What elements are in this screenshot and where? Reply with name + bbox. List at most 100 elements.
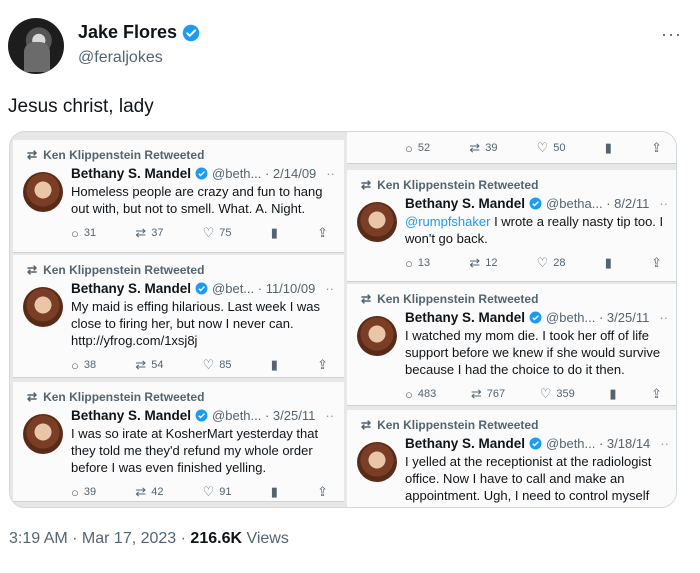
retweet-context-text: Ken Klippenstein Retweeted bbox=[377, 292, 539, 306]
reply-icon: ○ bbox=[71, 225, 79, 241]
verified-badge-icon bbox=[182, 24, 200, 41]
author-display-name[interactable]: Jake Flores bbox=[78, 22, 200, 43]
retweet-context: ⇄ Ken Klippenstein Retweeted bbox=[27, 148, 334, 162]
embedded-tweet-card: ⇄ Ken Klippenstein Retweeted Bethany S. M… bbox=[347, 170, 676, 282]
embedded-tweet-text: Homeless people are crazy and fun to han… bbox=[71, 184, 323, 216]
embedded-actions: ○ 39 ⇄ 42 ♡ 91 ▮ ⇪ bbox=[71, 484, 334, 500]
retweet-icon: ⇄ bbox=[361, 292, 372, 306]
more-icon: ··· bbox=[660, 436, 668, 451]
retweet-icon: ⇄ bbox=[135, 225, 147, 240]
embedded-tweet-text: I yelled at the receptionist at the radi… bbox=[405, 454, 652, 507]
embedded-actions: ○ 38 ⇄ 54 ♡ 85 ▮ ⇪ bbox=[71, 357, 334, 373]
retweet-icon: ⇄ bbox=[27, 263, 38, 277]
embedded-tweet-meta: Bethany S. Mandel @beth... · 3/25/11 ··· bbox=[71, 408, 334, 423]
media-right-column: ○ 52 ⇄ 39 ♡ 50 ▮ ⇪ ⇄ Ken Klippenstein Retwee… bbox=[347, 132, 676, 507]
mention-link[interactable]: @rumpfshaker bbox=[405, 214, 490, 229]
retweet-icon: ⇄ bbox=[27, 148, 38, 162]
embedded-author-name: Bethany S. Mandel bbox=[71, 281, 192, 296]
retweet-context-text: Ken Klippenstein Retweeted bbox=[43, 390, 205, 404]
retweet-count: 54 bbox=[151, 359, 164, 371]
media-left-column: ⇄ Ken Klippenstein Retweeted Bethany S. M… bbox=[13, 132, 344, 507]
avatar bbox=[357, 442, 397, 482]
author-name-block: Jake Flores @feraljokes bbox=[78, 22, 200, 67]
like-count: 91 bbox=[219, 486, 232, 498]
reply-icon: ○ bbox=[71, 357, 79, 373]
embedded-tweet-card: ⇄ Ken Klippenstein Retweeted Bethany S. M… bbox=[347, 410, 676, 507]
embedded-tweet-meta: Bethany S. Mandel @beth... · 3/18/14 ··· bbox=[405, 436, 668, 451]
retweet-icon: ⇄ bbox=[469, 140, 481, 155]
avatar bbox=[23, 414, 63, 454]
tweet-text: Jesus christ, lady bbox=[8, 96, 154, 117]
reply-count: 52 bbox=[417, 142, 431, 154]
reply-count: 13 bbox=[417, 257, 431, 269]
heart-icon: ♡ bbox=[536, 255, 549, 270]
retweet-count: 767 bbox=[486, 388, 506, 400]
author-avatar[interactable] bbox=[8, 18, 64, 74]
tweet-media-image[interactable]: ⇄ Ken Klippenstein Retweeted Bethany S. M… bbox=[9, 131, 677, 508]
embedded-handle-date: @beth... · 3/25/11 bbox=[212, 408, 316, 423]
retweet-icon: ⇄ bbox=[135, 357, 147, 372]
more-icon: ··· bbox=[325, 281, 334, 296]
retweet-context-text: Ken Klippenstein Retweeted bbox=[377, 178, 539, 192]
retweet-count: 12 bbox=[485, 257, 498, 269]
embedded-tweet-meta: Bethany S. Mandel @betha... · 8/2/11 ··· bbox=[405, 196, 668, 211]
verified-badge-icon bbox=[195, 409, 208, 422]
retweet-context: ⇄ Ken Klippenstein Retweeted bbox=[361, 292, 668, 306]
embedded-handle-date: @beth... · 3/18/14 bbox=[546, 436, 651, 451]
retweet-count: 42 bbox=[151, 486, 164, 498]
embedded-tweet-card: ⇄ Ken Klippenstein Retweeted Bethany S. M… bbox=[13, 382, 344, 502]
retweet-context: ⇄ Ken Klippenstein Retweeted bbox=[27, 390, 334, 404]
stats-icon: ▮ bbox=[270, 484, 278, 499]
heart-icon: ♡ bbox=[202, 484, 215, 499]
retweet-icon: ⇄ bbox=[470, 386, 482, 401]
views-count: 216.6K bbox=[190, 530, 243, 547]
embedded-handle-date: @bet... · 11/10/09 bbox=[212, 281, 316, 296]
avatar bbox=[357, 316, 397, 356]
embedded-handle-date: @beth... · 3/25/11 bbox=[546, 310, 650, 325]
embedded-tweet-meta: Bethany S. Mandel @bet... · 11/10/09 ··· bbox=[71, 281, 334, 296]
embedded-actions: ○ 31 ⇄ 37 ♡ 75 ▮ ⇪ bbox=[71, 225, 334, 241]
retweet-context-text: Ken Klippenstein Retweeted bbox=[43, 263, 205, 277]
embedded-actions: ○ 13 ⇄ 12 ♡ 28 ▮ ⇪ bbox=[405, 255, 668, 271]
stats-icon: ▮ bbox=[270, 357, 278, 372]
more-icon: ··· bbox=[325, 408, 334, 423]
retweet-icon: ⇄ bbox=[469, 255, 481, 270]
embedded-author-name: Bethany S. Mandel bbox=[405, 196, 526, 211]
verified-badge-icon bbox=[195, 282, 208, 295]
retweet-icon: ⇄ bbox=[361, 178, 372, 192]
more-options-icon[interactable]: ··· bbox=[661, 24, 682, 45]
reply-icon: ○ bbox=[405, 255, 413, 271]
reply-icon: ○ bbox=[405, 140, 413, 156]
verified-badge-icon bbox=[195, 167, 208, 180]
embedded-handle-date: @betha... · 8/2/11 bbox=[546, 196, 650, 211]
retweet-count: 39 bbox=[485, 142, 498, 154]
verified-badge-icon bbox=[529, 311, 542, 324]
author-handle[interactable]: @feraljokes bbox=[78, 49, 200, 67]
more-icon: ··· bbox=[326, 166, 334, 181]
reply-icon: ○ bbox=[405, 386, 413, 402]
like-count: 50 bbox=[553, 142, 566, 154]
verified-badge-icon bbox=[529, 197, 542, 210]
embedded-author-name: Bethany S. Mandel bbox=[405, 436, 526, 451]
embedded-actions: ○ 483 ⇄ 767 ♡ 359 ▮ ⇪ bbox=[405, 386, 668, 402]
like-count: 359 bbox=[556, 388, 575, 400]
reply-count: 483 bbox=[417, 388, 437, 400]
verified-badge-icon bbox=[529, 437, 542, 450]
more-icon: ··· bbox=[659, 196, 668, 211]
embedded-actions: ○ 52 ⇄ 39 ♡ 50 ▮ ⇪ bbox=[357, 140, 668, 156]
embedded-tweet-card: ⇄ Ken Klippenstein Retweeted Bethany S. M… bbox=[347, 284, 676, 406]
embedded-handle-date: @beth... · 2/14/09 bbox=[212, 166, 317, 181]
tweet-timestamp[interactable]: 3:19 AM · Mar 17, 2023 · bbox=[9, 530, 190, 547]
embedded-tweet-card: ⇄ Ken Klippenstein Retweeted Bethany S. M… bbox=[13, 255, 344, 378]
retweet-context-text: Ken Klippenstein Retweeted bbox=[377, 418, 539, 432]
stats-icon: ▮ bbox=[609, 386, 617, 401]
embedded-author-name: Bethany S. Mandel bbox=[71, 408, 192, 423]
retweet-icon: ⇄ bbox=[135, 484, 147, 499]
embedded-author-name: Bethany S. Mandel bbox=[405, 310, 526, 325]
tweet-footer: 3:19 AM · Mar 17, 2023 · 216.6K Views bbox=[9, 530, 289, 548]
share-icon: ⇪ bbox=[317, 357, 328, 372]
embedded-tweet-text: I watched my mom die. I took her off of … bbox=[405, 328, 661, 377]
like-count: 85 bbox=[219, 359, 232, 371]
heart-icon: ♡ bbox=[202, 225, 215, 240]
share-icon: ⇪ bbox=[317, 225, 328, 240]
